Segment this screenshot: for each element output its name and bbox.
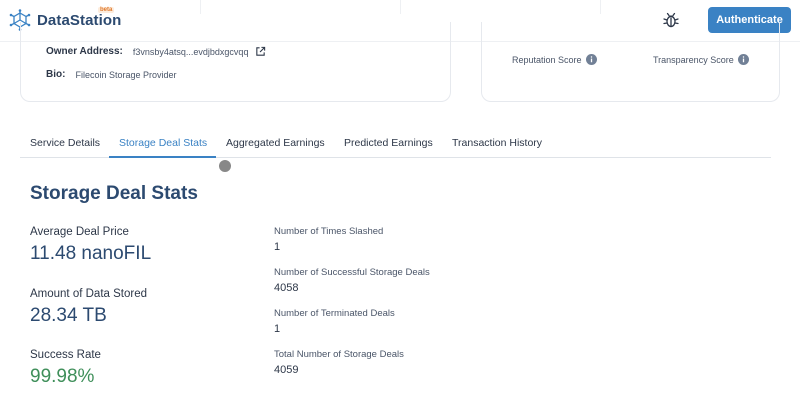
tab-transaction-history[interactable]: Transaction History [452,137,542,149]
bio-value: Filecoin Storage Provider [75,69,177,80]
successful-deals-label: Number of Successful Storage Deals [274,267,430,278]
stats-tab-bar: Service Details Storage Deal Stats Aggre… [20,130,771,158]
times-slashed-label: Number of Times Slashed [274,226,384,237]
data-stored-label: Amount of Data Stored [30,288,147,300]
data-stored-value: 28.34 TB [30,305,107,326]
external-link-icon[interactable] [255,46,266,57]
terminated-deals-label: Number of Terminated Deals [274,308,395,319]
total-deals-label: Total Number of Storage Deals [274,349,404,360]
header-divider [600,0,601,14]
owner-address-label: Owner Address: [46,46,123,57]
transparency-score: Transparency Score [653,54,749,65]
owner-address-value: f3vnsby4atsq...evdjbdxgcvqq [132,46,249,57]
active-tab-indicator [109,156,216,158]
mouse-cursor-dot [219,160,231,172]
tab-aggregated-earnings[interactable]: Aggregated Earnings [226,137,325,149]
reputation-score-label: Reputation Score [512,54,582,65]
bio-row: Bio: Filecoin Storage Provider [46,69,177,80]
provider-info-card [20,22,451,102]
header-divider [200,0,201,14]
total-deals-value: 4059 [274,364,299,376]
average-deal-price-label: Average Deal Price [30,226,129,238]
terminated-deals-value: 1 [274,323,281,335]
owner-address-row: Owner Address: f3vnsby4atsq...evdjbdxgcv… [46,46,266,57]
tab-storage-deal-stats[interactable]: Storage Deal Stats [119,137,207,149]
transparency-score-label: Transparency Score [653,54,734,65]
times-slashed-value: 1 [274,241,281,253]
beta-badge: beta [98,7,115,13]
bio-label: Bio: [46,69,66,80]
header-divider [400,0,401,14]
average-deal-price-value: 11.48 nanoFIL [30,243,152,264]
success-rate-label: Success Rate [30,349,101,361]
reputation-score: Reputation Score [512,54,597,65]
section-title: Storage Deal Stats [30,183,198,204]
success-rate-value: 99.98% [30,366,95,387]
tab-predicted-earnings[interactable]: Predicted Earnings [344,137,433,149]
info-icon[interactable] [585,54,597,65]
tab-service-details[interactable]: Service Details [30,137,100,149]
successful-deals-value: 4058 [274,282,299,294]
info-icon[interactable] [737,54,749,65]
